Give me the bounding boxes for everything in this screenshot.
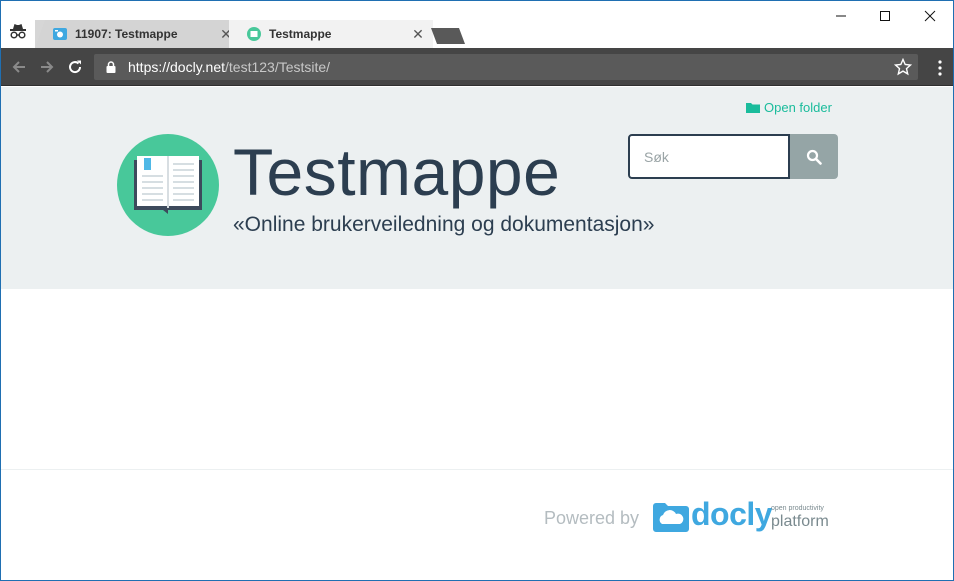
- camera-folder-icon: [53, 28, 67, 40]
- footer-divider: [1, 469, 953, 470]
- tab-title: Testmappe: [269, 27, 332, 41]
- open-folder-label: Open folder: [764, 100, 832, 115]
- forward-button[interactable]: [37, 57, 57, 77]
- reload-icon: [69, 60, 82, 74]
- book-icon: [247, 27, 261, 41]
- minimize-icon: [836, 15, 846, 17]
- folder-icon: [746, 103, 760, 113]
- address-bar[interactable]: https://docly.net/test123/Testsite/: [94, 54, 918, 80]
- web-page: Open folder Testmappe «Online brukerveil…: [1, 87, 953, 580]
- site-header: Open folder Testmappe «Online brukerveil…: [1, 87, 953, 289]
- close-icon: [924, 10, 936, 22]
- docly-wordmark: docly: [691, 496, 773, 532]
- arrow-left-icon: [12, 61, 25, 73]
- title-bar: 11907: Testmappe ✕ Testmappe ✕: [1, 1, 953, 48]
- more-menu-icon[interactable]: [937, 60, 943, 76]
- arrow-right-icon: [41, 61, 54, 73]
- tab-active[interactable]: Testmappe ✕: [229, 20, 433, 48]
- new-tab-button[interactable]: [431, 28, 465, 44]
- docly-tagline: platform: [771, 513, 829, 530]
- docly-folder-icon: [653, 503, 689, 532]
- tab-close-button[interactable]: ✕: [411, 27, 425, 41]
- site-logo: [117, 134, 219, 236]
- tab-title: 11907: Testmappe: [75, 27, 178, 41]
- maximize-icon: [880, 11, 890, 21]
- open-book-icon: [134, 156, 202, 214]
- url-host: https://docly.net: [128, 59, 226, 75]
- back-button[interactable]: [9, 57, 29, 77]
- search-form: [628, 134, 838, 179]
- minimize-button[interactable]: [818, 1, 864, 31]
- site-subtitle: «Online brukerveiledning og dokumentasjo…: [233, 213, 655, 236]
- browser-toolbar: https://docly.net/test123/Testsite/: [1, 48, 953, 86]
- powered-by-text: Powered by: [544, 508, 640, 528]
- search-icon: [806, 149, 822, 165]
- search-input[interactable]: [628, 134, 790, 179]
- docly-tagline-small: open productivity: [771, 505, 824, 512]
- site-title: Testmappe: [233, 135, 561, 209]
- incognito-icon: [10, 24, 26, 39]
- docly-logo[interactable]: docly open productivity platform: [653, 496, 839, 540]
- url-path: /test123/Testsite/: [225, 59, 331, 75]
- lock-icon: [106, 61, 116, 73]
- search-button[interactable]: [790, 134, 838, 179]
- open-folder-link[interactable]: Open folder: [746, 100, 832, 115]
- reload-button[interactable]: [65, 57, 85, 77]
- maximize-button[interactable]: [862, 1, 908, 31]
- tab-inactive[interactable]: 11907: Testmappe ✕: [35, 20, 241, 48]
- bookmark-star-icon[interactable]: [894, 58, 912, 76]
- browser-window: 11907: Testmappe ✕ Testmappe ✕ https://d…: [0, 0, 954, 581]
- url-text: https://docly.net/test123/Testsite/: [128, 59, 330, 75]
- close-window-button[interactable]: [907, 1, 953, 31]
